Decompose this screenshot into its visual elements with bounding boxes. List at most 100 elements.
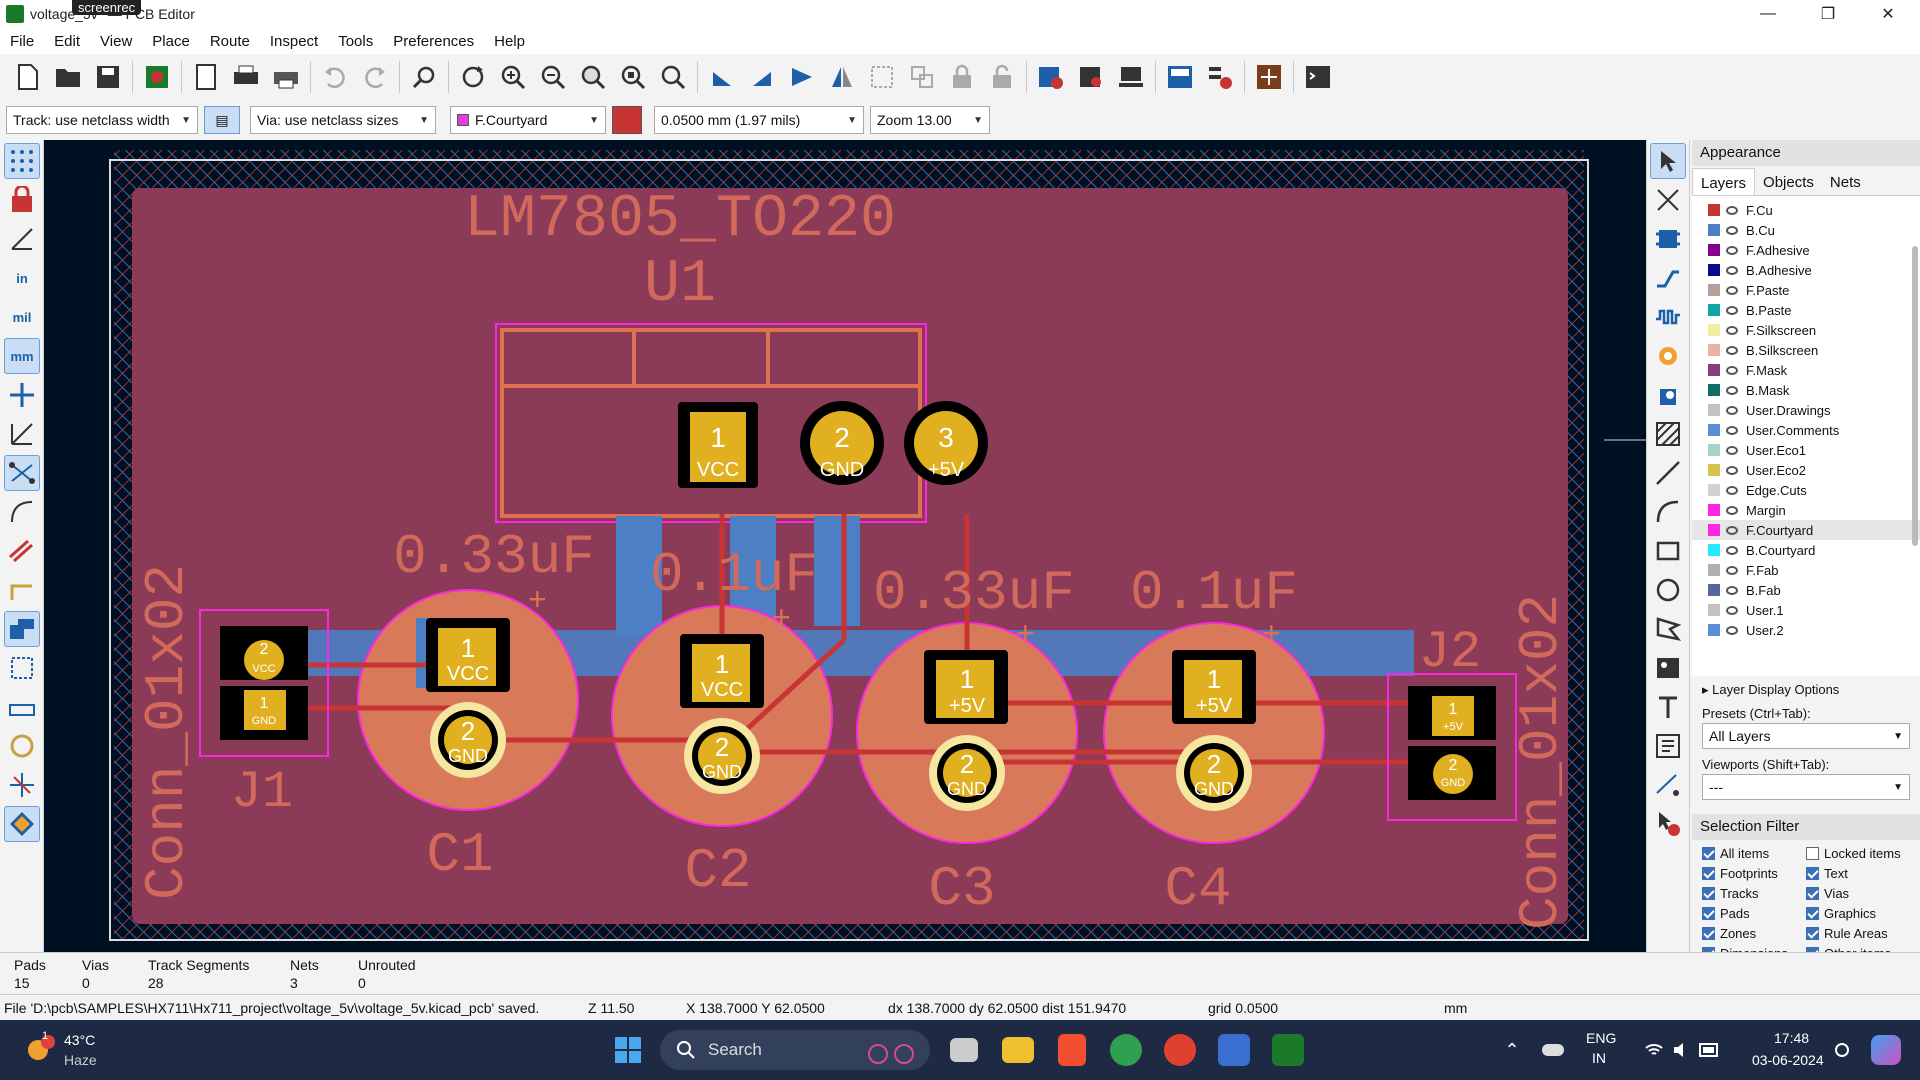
close-button[interactable]: ✕ [1860,0,1916,28]
group-icon[interactable] [865,60,899,94]
pad-outline-icon[interactable] [4,689,40,725]
footprint-editor-icon[interactable] [1114,60,1148,94]
layer-color-swatch[interactable] [1708,224,1720,236]
selection-filter-item[interactable]: Rule Areas [1806,924,1910,942]
polar-coords-icon[interactable] [4,221,40,257]
tab-nets[interactable]: Nets [1822,168,1869,195]
lang-primary[interactable]: ENG [1586,1030,1616,1046]
tab-objects[interactable]: Objects [1755,168,1822,195]
zoom-fit-icon[interactable] [576,60,610,94]
rule-area-icon[interactable] [1650,416,1686,452]
route-track-icon[interactable] [1650,260,1686,296]
checkbox[interactable] [1806,906,1819,920]
eye-icon[interactable] [1726,525,1738,535]
scripting-console-icon[interactable] [1301,60,1335,94]
checkbox[interactable] [1806,846,1819,860]
checkbox[interactable] [1702,866,1715,880]
find-icon[interactable] [407,60,441,94]
add-via-icon[interactable] [1650,338,1686,374]
layer-color-swatch[interactable] [1708,484,1720,496]
layer-row[interactable]: User.Eco2 [1692,460,1920,480]
volume-icon[interactable] [1670,1020,1694,1080]
layer-manager-icon[interactable] [4,806,40,842]
layer-color-swatch[interactable] [1708,384,1720,396]
layer-color-swatch[interactable] [1708,564,1720,576]
menu-inspect[interactable]: Inspect [260,33,328,50]
redo-icon[interactable] [358,60,392,94]
weather-icon[interactable] [18,1020,58,1080]
eye-icon[interactable] [1726,385,1738,395]
selection-filter-item[interactable]: Pads [1702,904,1806,922]
selection-filter-item[interactable]: Tracks [1702,884,1806,902]
units-mil-button[interactable]: mil [4,299,40,335]
layer-select[interactable]: F.Courtyard ▼ [450,106,606,134]
layer-color-swatch[interactable] [1708,204,1720,216]
draw-rectangle-icon[interactable] [1650,533,1686,569]
layer-color-swatch[interactable] [1708,584,1720,596]
new-board-icon[interactable] [11,60,45,94]
flip-icon[interactable] [785,60,819,94]
start-button[interactable] [608,1020,648,1080]
angle-snap-icon[interactable] [4,416,40,452]
menu-place[interactable]: Place [142,33,200,50]
presets-select[interactable]: All Layers ▼ [1702,723,1910,749]
layer-list-scrollbar[interactable] [1912,246,1918,546]
layer-color-swatch[interactable] [1708,604,1720,616]
eye-icon[interactable] [1726,625,1738,635]
restore-button[interactable]: ❐ [1800,0,1856,28]
selection-filter-item[interactable]: Footprints [1702,864,1806,882]
zoom-objects-icon[interactable] [616,60,650,94]
add-dimension-icon[interactable] [1650,767,1686,803]
menu-view[interactable]: View [90,33,142,50]
footprint-browser-icon[interactable] [1074,60,1108,94]
board-setup-icon[interactable] [140,60,174,94]
open-board-icon[interactable] [51,60,85,94]
layer-row[interactable]: User.Eco1 [1692,440,1920,460]
layer-row[interactable]: F.Paste [1692,280,1920,300]
checkbox[interactable] [1702,886,1715,900]
menu-help[interactable]: Help [484,33,535,50]
selection-filter-item[interactable]: Graphics [1806,904,1910,922]
layer-row[interactable]: User.Drawings [1692,400,1920,420]
page-settings-icon[interactable] [189,60,223,94]
mirror-icon[interactable] [825,60,859,94]
curved-ratsnest-icon[interactable] [4,494,40,530]
layer-row[interactable]: User.1 [1692,600,1920,620]
eye-icon[interactable] [1726,265,1738,275]
clock-date[interactable]: 03-06-2024 [1752,1052,1824,1068]
net-highlight-icon[interactable] [4,728,40,764]
layer-color-swatch[interactable] [1708,244,1720,256]
menu-edit[interactable]: Edit [44,33,90,50]
menu-tools[interactable]: Tools [328,33,383,50]
layer-row[interactable]: F.Mask [1692,360,1920,380]
eye-icon[interactable] [1726,325,1738,335]
zone-outline-icon[interactable] [4,650,40,686]
eye-icon[interactable] [1726,585,1738,595]
lang-secondary[interactable]: IN [1592,1050,1606,1066]
via-size-select[interactable]: Via: use netclass sizes ▼ [250,106,436,134]
layer-color-swatch[interactable] [1708,344,1720,356]
eye-icon[interactable] [1726,405,1738,415]
file-explorer-icon[interactable] [998,1020,1038,1080]
layer-color-swatch[interactable] [1708,324,1720,336]
layer-row[interactable]: F.Cu [1692,200,1920,220]
microwave-tools-icon[interactable] [4,767,40,803]
delete-tool-icon[interactable] [1650,806,1686,842]
layer-color-swatch[interactable] [1708,504,1720,516]
rotate-cw-icon[interactable] [745,60,779,94]
lock-icon[interactable] [945,60,979,94]
layer-row[interactable]: User.Comments [1692,420,1920,440]
menu-file[interactable]: File [0,33,44,50]
layer-row[interactable]: Edge.Cuts [1692,480,1920,500]
eye-icon[interactable] [1726,565,1738,575]
tab-layers[interactable]: Layers [1692,168,1756,195]
layer-row[interactable]: B.Paste [1692,300,1920,320]
via-outline-icon[interactable] [4,572,40,608]
layer-row[interactable]: F.Adhesive [1692,240,1920,260]
drc-icon[interactable] [1203,60,1237,94]
layer-row[interactable]: F.Silkscreen [1692,320,1920,340]
checkbox[interactable] [1702,926,1715,940]
track-width-select[interactable]: Track: use netclass width ▼ [6,106,198,134]
layer-row[interactable]: Margin [1692,500,1920,520]
draw-polygon-icon[interactable] [1650,611,1686,647]
